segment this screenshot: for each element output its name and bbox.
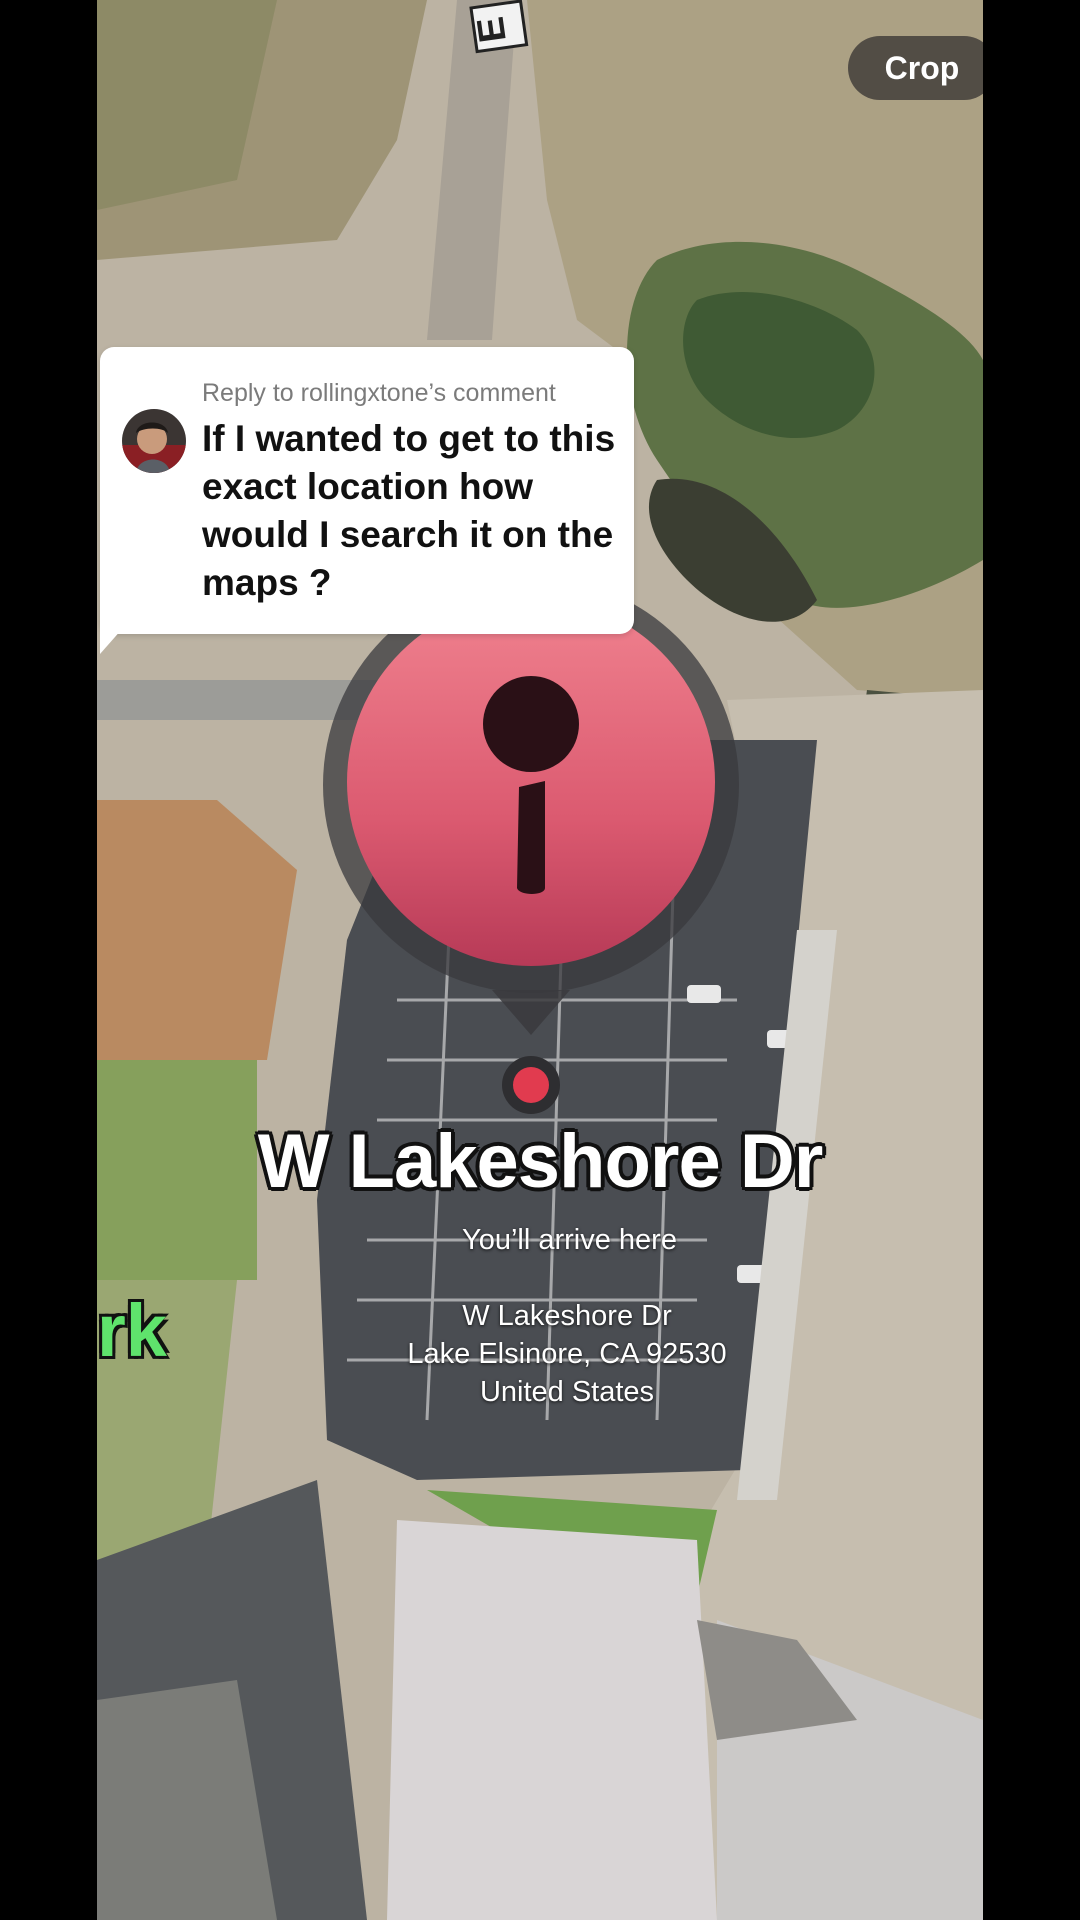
reply-to-label: Reply to rollingxtone’s comment: [202, 379, 556, 407]
address-line-2: Lake Elsinore, CA 92530: [407, 1338, 727, 1370]
address-line-3: United States: [479, 1376, 655, 1408]
crop-button[interactable]: Crop: [848, 36, 983, 100]
arrival-note: You’ll arrive here: [462, 1224, 677, 1256]
bubble-tail: [100, 620, 130, 654]
reply-comment-card[interactable]: Reply to rollingxtone’s comment If I wan…: [100, 347, 634, 634]
address-line-1: W Lakeshore Dr: [462, 1300, 672, 1332]
comment-text: If I wanted to get to this exact locatio…: [202, 418, 616, 603]
satellite-map: [97, 0, 983, 1920]
map-view[interactable]: E Crop W Lakeshore Dr You’ll arrive here…: [97, 0, 983, 1920]
avatar[interactable]: [122, 409, 186, 473]
street-label: W Lakeshore Dr: [257, 1119, 824, 1204]
park-label-partial: rk: [97, 1289, 167, 1372]
